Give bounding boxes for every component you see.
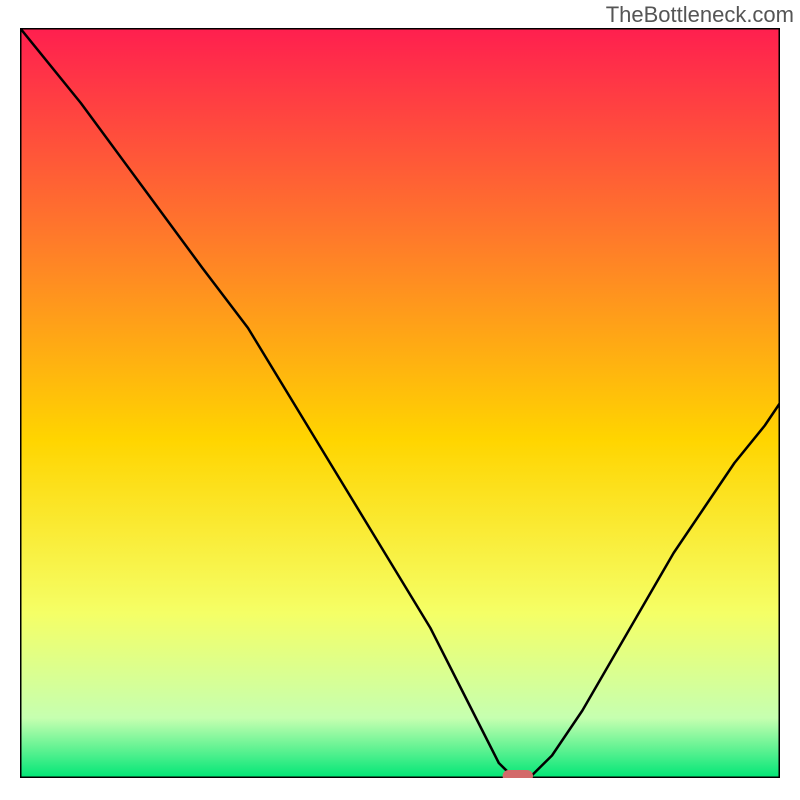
gradient-background: [20, 28, 780, 778]
optimal-marker: [503, 770, 533, 778]
plot-area: [20, 28, 780, 778]
watermark-text: TheBottleneck.com: [606, 2, 794, 28]
chart-svg: [20, 28, 780, 778]
chart-container: TheBottleneck.com: [0, 0, 800, 800]
